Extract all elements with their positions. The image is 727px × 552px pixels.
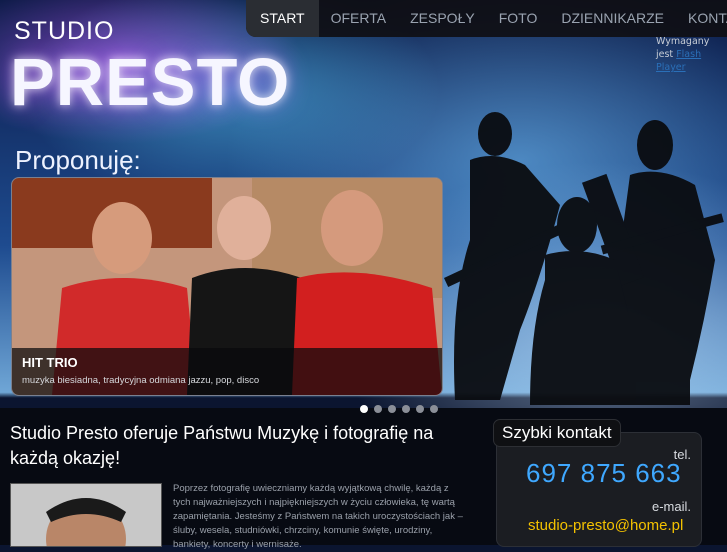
brand-logo-presto[interactable]: PRESTO — [10, 44, 290, 121]
brand-studio: STUDIO — [14, 17, 115, 45]
slider-dot[interactable] — [402, 405, 410, 413]
player-link[interactable]: Player — [656, 62, 686, 73]
slider-dots — [360, 405, 438, 413]
slider-dot[interactable] — [374, 405, 382, 413]
portrait-image — [11, 484, 161, 546]
quick-contact-title: Szybki kontakt — [493, 419, 621, 447]
slider-caption: HIT TRIO muzyka biesiadna, tradycyjna od… — [12, 348, 442, 395]
nav-item-zespoly[interactable]: ZESPOŁY — [398, 0, 487, 37]
email-address[interactable]: studio-presto@home.pl — [528, 517, 683, 534]
nav-item-foto[interactable]: FOTO — [487, 0, 550, 37]
flash-link[interactable]: Flash — [676, 49, 701, 60]
slider-caption-title: HIT TRIO — [22, 355, 78, 370]
section-title: Proponuję: — [15, 145, 141, 175]
intro-text: Poprzez fotografię uwieczniamy każdą wyj… — [173, 483, 463, 550]
slider-dot[interactable] — [416, 405, 424, 413]
nav-item-kontakt[interactable]: KONTAKT — [676, 0, 727, 37]
phone-number[interactable]: 697 875 663 — [526, 458, 682, 489]
slider-dot[interactable] — [360, 405, 368, 413]
portrait-thumbnail — [10, 483, 162, 547]
nav-item-dziennikarze[interactable]: DZIENNIKARZE — [549, 0, 676, 37]
nav-item-oferta[interactable]: OFERTA — [319, 0, 399, 37]
nav-item-start[interactable]: START — [246, 0, 319, 37]
email-label: e-mail. — [651, 499, 691, 514]
page-headline: Studio Presto oferuje Państwu Muzykę i f… — [10, 423, 434, 468]
slider-dot[interactable] — [388, 405, 396, 413]
main-nav: START OFERTA ZESPOŁY FOTO DZIENNIKARZE K… — [246, 0, 727, 37]
flash-player-notice: Wymagany jest Flash Player — [656, 35, 726, 74]
slider-dot[interactable] — [430, 405, 438, 413]
slider-caption-subtitle: muzyka biesiadna, tradycyjna odmiana jaz… — [22, 375, 260, 386]
featured-slider[interactable]: HIT TRIO muzyka biesiadna, tradycyjna od… — [11, 177, 443, 396]
